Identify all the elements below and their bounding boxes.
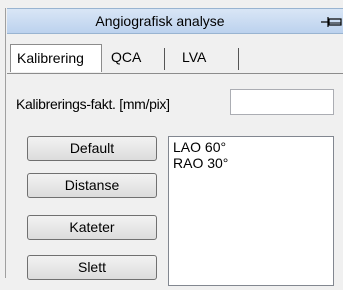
- list-item[interactable]: LAO 60°: [173, 139, 329, 155]
- tab-qca[interactable]: QCA: [105, 44, 147, 72]
- calibration-factor-label: Kalibrerings-fakt. [mm/pix]: [16, 96, 170, 112]
- tab-strip: Kalibrering QCA LVA: [10, 44, 343, 74]
- panel-left-border: [5, 8, 6, 278]
- projection-list[interactable]: LAO 60° RAO 30°: [168, 136, 334, 286]
- panel-titlebar[interactable]: Angiografisk analyse: [7, 8, 343, 34]
- tab-kalibrering[interactable]: Kalibrering: [10, 44, 102, 72]
- tab-lva[interactable]: LVA: [176, 44, 212, 72]
- angiographic-analysis-panel: Angiografisk analyse Kalibrering QCA LVA…: [0, 0, 343, 290]
- tab-separator: [238, 48, 239, 70]
- list-item[interactable]: RAO 30°: [173, 155, 329, 171]
- calibration-factor-input[interactable]: [230, 89, 334, 115]
- delete-button[interactable]: Slett: [27, 255, 157, 280]
- tab-separator: [164, 48, 165, 70]
- panel-title: Angiografisk analyse: [95, 13, 225, 29]
- default-button[interactable]: Default: [27, 136, 157, 161]
- catheter-button[interactable]: Kateter: [27, 215, 157, 240]
- distance-button[interactable]: Distanse: [27, 173, 157, 198]
- pin-icon[interactable]: [321, 16, 343, 28]
